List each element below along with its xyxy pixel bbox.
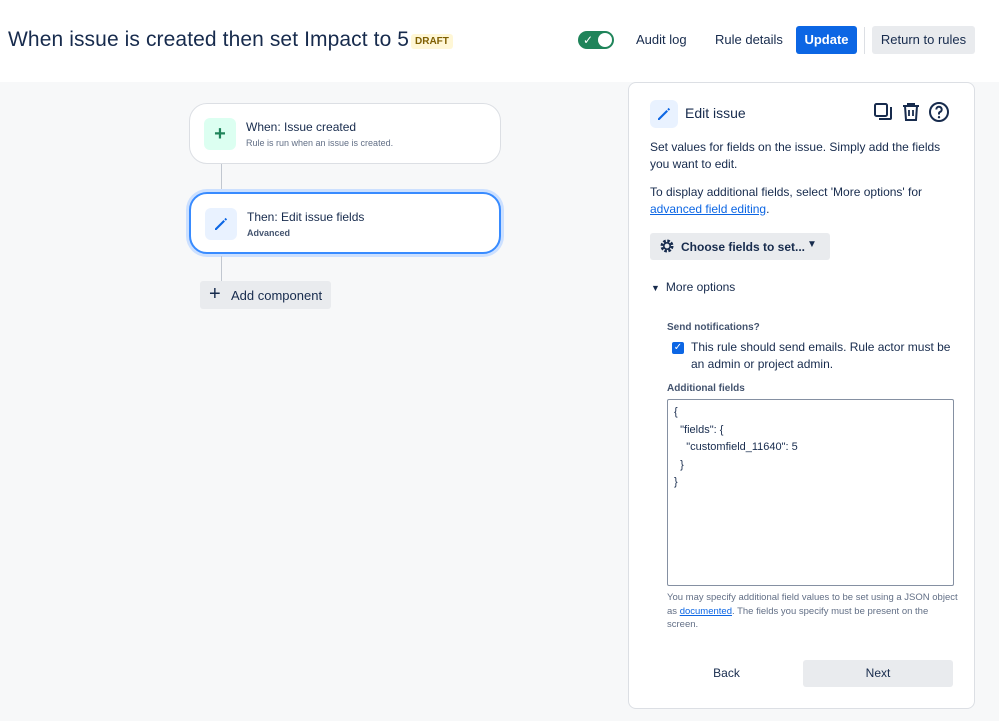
choose-fields-label: Choose fields to set... xyxy=(681,240,806,254)
page-title: When issue is created then set Impact to… xyxy=(8,28,410,51)
json-help-text: You may specify additional field values … xyxy=(667,591,959,632)
top-bar: When issue is created then set Impact to… xyxy=(0,0,999,82)
update-button[interactable]: Update xyxy=(796,26,857,54)
add-component-label: Add component xyxy=(231,288,323,303)
rule-details-button[interactable]: Rule details xyxy=(715,32,783,47)
pencil-icon xyxy=(650,100,678,128)
check-icon: ✓ xyxy=(583,33,594,47)
additional-fields-hint: To display additional fields, select 'Mo… xyxy=(650,184,960,218)
action-node[interactable]: Then: Edit issue fields Advanced xyxy=(189,192,501,254)
trigger-subtitle: Rule is run when an issue is created. xyxy=(246,138,394,148)
copy-icon[interactable] xyxy=(872,101,894,123)
toggle-knob xyxy=(598,33,612,47)
hint-suffix: . xyxy=(766,202,770,216)
gear-icon xyxy=(660,239,674,253)
additional-fields-textarea[interactable]: { "fields": { "customfield_11640": 5 } } xyxy=(667,399,954,586)
trigger-node[interactable]: + When: Issue created Rule is run when a… xyxy=(189,103,501,164)
next-button[interactable]: Next xyxy=(803,660,953,687)
draft-badge: DRAFT xyxy=(411,34,453,49)
send-notifications-checkbox[interactable]: ✓ xyxy=(672,342,684,354)
additional-fields-label: Additional fields xyxy=(667,383,745,394)
back-button[interactable]: Back xyxy=(689,660,764,687)
plus-icon: + xyxy=(204,118,236,150)
documented-link[interactable]: documented xyxy=(680,606,732,617)
choose-fields-dropdown[interactable]: Choose fields to set... ▼ xyxy=(650,233,830,260)
audit-log-button[interactable]: Audit log xyxy=(636,32,687,47)
add-component-button[interactable]: + Add component xyxy=(200,281,331,309)
hint-prefix: To display additional fields, select 'Mo… xyxy=(650,185,923,199)
send-notifications-text: This rule should send emails. Rule actor… xyxy=(691,340,951,371)
edit-issue-panel: Edit issue Set values for fields on the … xyxy=(628,82,975,709)
rule-enabled-toggle[interactable]: ✓ xyxy=(578,31,614,49)
pencil-icon xyxy=(205,208,237,240)
panel-title: Edit issue xyxy=(685,105,746,121)
chevron-down-icon: ▼ xyxy=(651,283,660,293)
trash-icon[interactable] xyxy=(900,101,922,123)
flow-connector xyxy=(221,256,222,281)
action-title: Then: Edit issue fields xyxy=(247,210,365,224)
send-notifications-label: Send notifications? xyxy=(667,322,760,333)
help-icon[interactable] xyxy=(928,101,950,123)
header-divider xyxy=(864,27,865,54)
more-options-toggle[interactable]: ▼ More options xyxy=(651,280,735,294)
trigger-title: When: Issue created xyxy=(246,120,357,134)
chevron-down-icon: ▼ xyxy=(807,239,817,250)
action-subtitle: Advanced xyxy=(247,228,291,238)
advanced-field-editing-link[interactable]: advanced field editing xyxy=(650,202,766,216)
return-to-rules-button[interactable]: Return to rules xyxy=(872,26,975,54)
more-options-label: More options xyxy=(665,280,736,294)
flow-connector xyxy=(221,164,222,192)
plus-icon: + xyxy=(209,283,221,305)
panel-description: Set values for fields on the issue. Simp… xyxy=(650,140,941,171)
